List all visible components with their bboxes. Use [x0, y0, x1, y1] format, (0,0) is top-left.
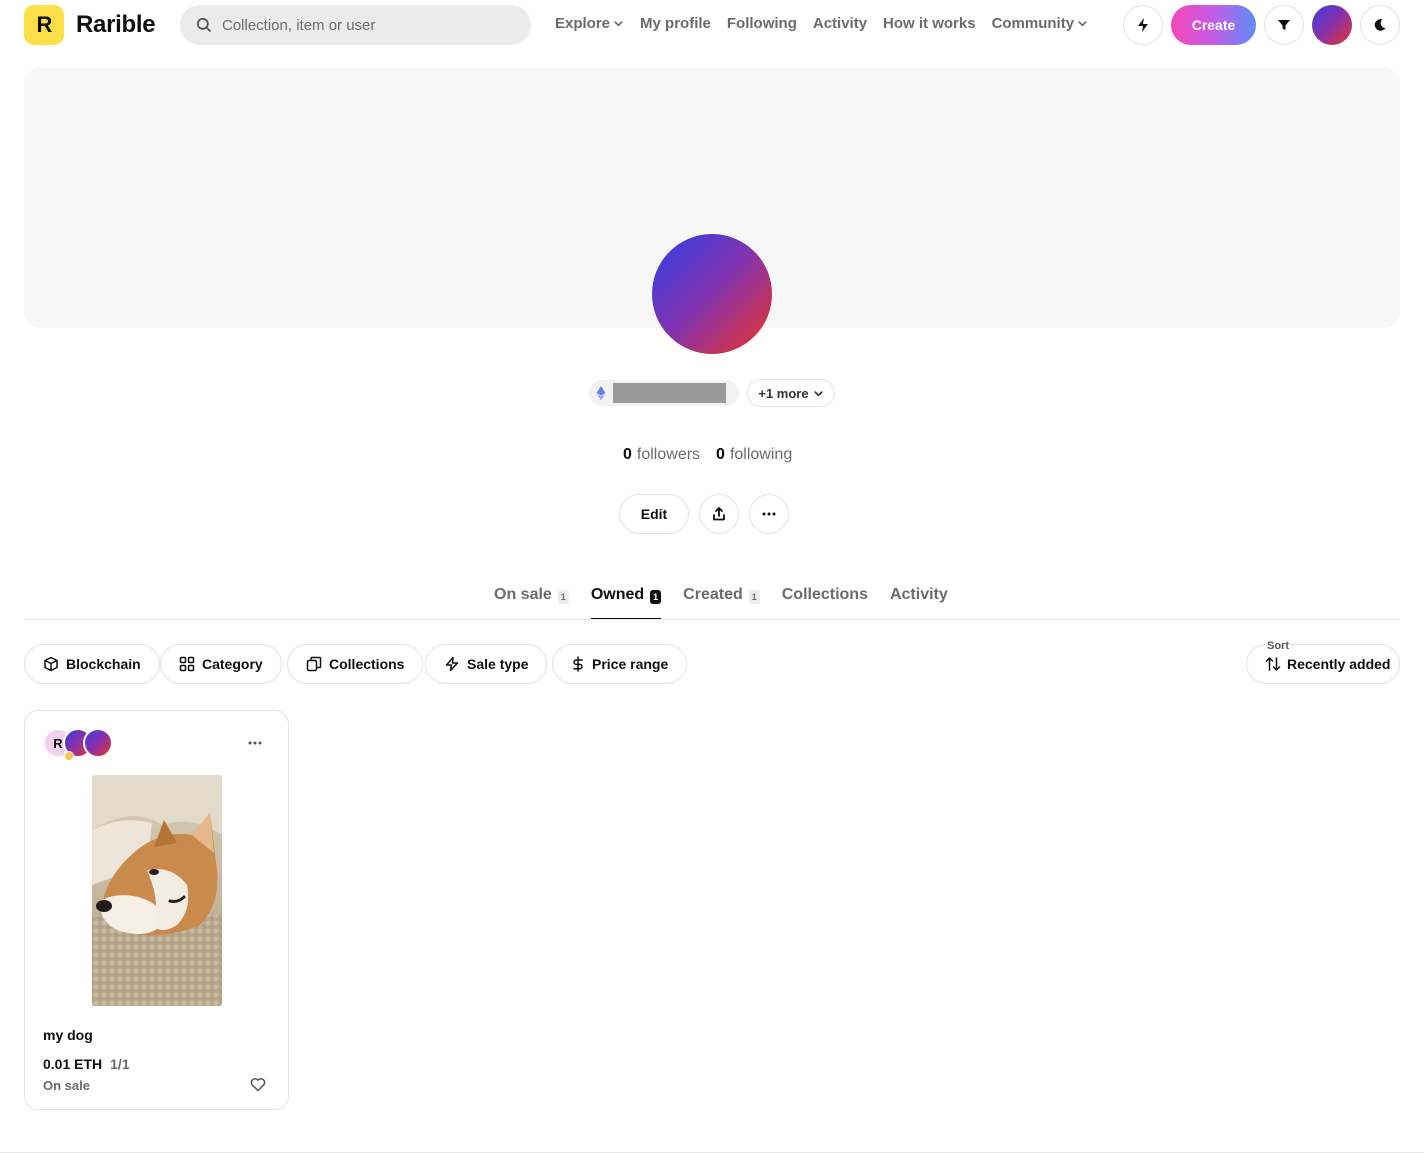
brand-name[interactable]: Rarible	[76, 11, 156, 39]
tabs-divider	[24, 619, 1400, 620]
chevron-down-icon	[613, 18, 624, 29]
share-icon	[711, 506, 727, 522]
tab-owned[interactable]: Owned 1	[590, 586, 662, 620]
filter-label: Category	[202, 656, 263, 672]
more-wallets-label: +1 more	[758, 385, 809, 401]
dollar-icon	[571, 656, 592, 672]
cube-icon	[43, 656, 66, 672]
ethereum-icon	[596, 386, 606, 400]
nft-status: On sale	[43, 1078, 90, 1093]
tab-collections[interactable]: Collections	[782, 586, 868, 620]
nft-title[interactable]: my dog	[43, 1027, 93, 1043]
more-dots-icon	[248, 741, 262, 745]
nav-activity[interactable]: Activity	[813, 15, 867, 32]
tab-count-badge: 1	[557, 590, 569, 604]
search-icon	[196, 17, 212, 33]
sale-type-filter-button[interactable]: Sale type	[425, 644, 548, 684]
search-bar[interactable]	[180, 5, 531, 45]
sort-value: Recently added	[1287, 656, 1391, 672]
tab-label: Activity	[889, 586, 948, 603]
tab-label: On sale	[494, 586, 552, 603]
tab-count-badge: 1	[650, 590, 662, 604]
filter-menu-button[interactable]	[1264, 5, 1304, 45]
theme-toggle-button[interactable]	[1360, 5, 1400, 45]
tab-on-sale[interactable]: On sale 1	[494, 586, 569, 620]
followers-link[interactable]: 0 followers	[623, 446, 700, 464]
nav-community[interactable]: Community	[992, 15, 1089, 32]
tab-label: Owned	[590, 586, 645, 603]
nav-explore[interactable]: Explore	[555, 15, 624, 32]
nav-explore-label: Explore	[555, 15, 611, 32]
collections-icon	[306, 656, 329, 672]
tab-label: Collections	[781, 586, 868, 603]
lightning-icon	[444, 656, 467, 672]
category-filter-button[interactable]: Category	[160, 644, 282, 684]
blockchain-filter-button[interactable]: Blockchain	[24, 644, 160, 684]
chevron-down-icon	[813, 388, 824, 399]
filter-label: Sale type	[467, 656, 529, 672]
filter-label: Price range	[592, 656, 669, 672]
top-nav-bar: R Rarible Explore My profile Following A…	[0, 0, 1424, 52]
tab-activity[interactable]: Activity	[890, 586, 948, 620]
card-more-button[interactable]	[243, 731, 267, 755]
like-button[interactable]	[247, 1073, 269, 1095]
price-range-filter-button[interactable]: Price range	[552, 644, 688, 684]
following-count: 0	[716, 446, 725, 463]
following-label: following	[729, 446, 793, 463]
verified-badge-icon	[64, 751, 74, 761]
create-button[interactable]: Create	[1171, 5, 1256, 45]
tab-created[interactable]: Created 1	[683, 586, 760, 620]
filter-label: Blockchain	[66, 656, 141, 672]
main-nav: Explore My profile Following Activity Ho…	[555, 15, 1104, 32]
nft-card[interactable]: R my dog 0.01 ETH 1/1 On sale	[24, 710, 289, 1110]
nav-following[interactable]: Following	[727, 15, 797, 32]
more-wallets-button[interactable]: +1 more	[747, 379, 835, 407]
followers-count: 0	[623, 446, 632, 463]
nav-community-label: Community	[991, 15, 1075, 32]
redacted-wallet-address	[613, 383, 726, 403]
wallet-address-pill[interactable]	[589, 380, 739, 406]
lightning-icon	[1136, 17, 1150, 33]
follow-stats: 0 followers 0 following	[623, 446, 808, 464]
tab-label: Created	[683, 586, 743, 603]
sort-arrows-icon	[1265, 656, 1287, 672]
owner-avatars[interactable]: R	[43, 728, 123, 761]
chevron-down-icon	[1077, 18, 1088, 29]
user-avatar-button[interactable]	[1312, 5, 1352, 45]
collections-filter-button[interactable]: Collections	[287, 644, 424, 684]
nav-my-profile[interactable]: My profile	[640, 15, 711, 32]
nft-price: 0.01 ETH	[43, 1056, 103, 1072]
nft-edition: 1/1	[110, 1056, 130, 1072]
moon-icon	[1373, 18, 1387, 32]
share-button[interactable]	[699, 494, 739, 534]
more-options-button[interactable]	[749, 494, 789, 534]
more-dots-icon	[762, 512, 776, 516]
logo-letter: R	[53, 735, 63, 751]
edit-profile-button[interactable]: Edit	[619, 494, 689, 534]
filter-label: Collections	[329, 656, 405, 672]
profile-avatar	[652, 234, 772, 354]
rarible-logo[interactable]: R	[24, 5, 64, 45]
profile-tabs: On sale 1 Owned 1 Created 1 Collections …	[494, 586, 970, 620]
owner-avatar	[83, 728, 113, 758]
tab-count-badge: 1	[748, 590, 760, 604]
following-link[interactable]: 0 following	[716, 446, 792, 464]
funnel-icon	[1276, 17, 1292, 33]
logo-letter: R	[36, 12, 53, 37]
nft-image[interactable]	[92, 775, 222, 1006]
sort-label: Sort	[1265, 640, 1291, 652]
heart-icon	[250, 1077, 266, 1092]
nav-how-it-works[interactable]: How it works	[883, 15, 976, 32]
nft-price-row: 0.01 ETH 1/1	[43, 1056, 130, 1072]
search-input[interactable]	[222, 16, 512, 34]
grid-icon	[179, 656, 202, 672]
followers-label: followers	[636, 446, 701, 463]
notifications-button[interactable]	[1123, 5, 1163, 45]
